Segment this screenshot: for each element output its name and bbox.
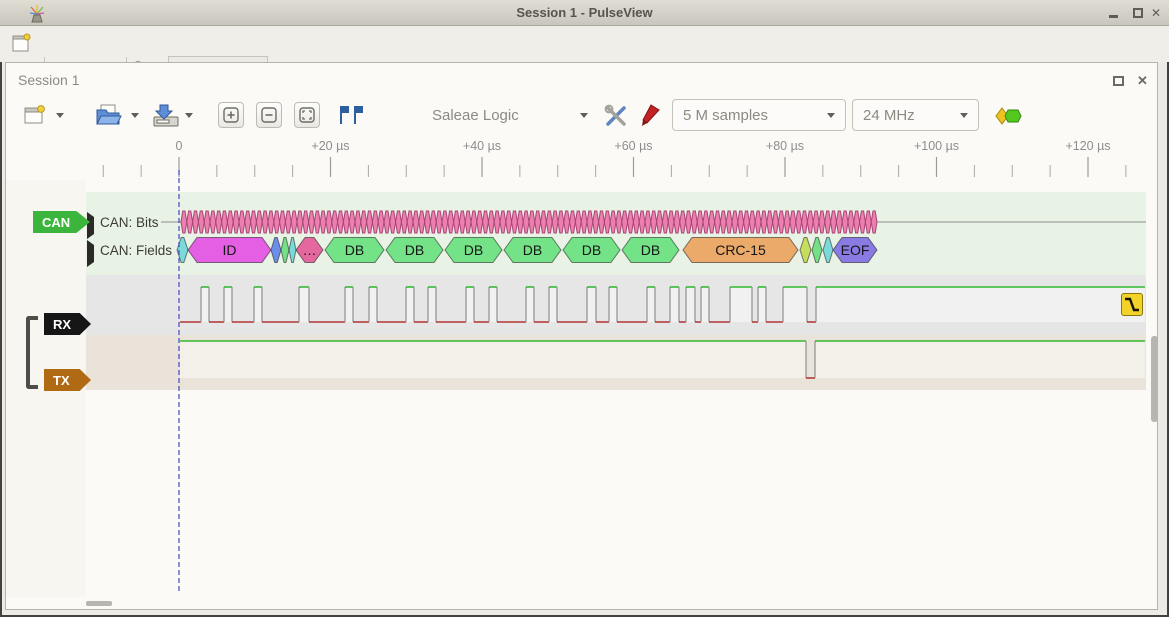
- can-fields-label[interactable]: CAN: Fields: [98, 243, 174, 258]
- chevron-down-icon: [131, 113, 139, 118]
- save-icon: [151, 102, 181, 128]
- new-view-button[interactable]: [20, 102, 48, 128]
- can-fields-expand-arrow[interactable]: [87, 245, 94, 263]
- vertical-scrollbar[interactable]: [1151, 336, 1158, 422]
- session-close-button[interactable]: ✕: [1137, 73, 1148, 89]
- window-title: Session 1 - PulseView: [0, 5, 1169, 20]
- channel-group-bracket[interactable]: [26, 316, 38, 389]
- open-folder-icon: [95, 102, 123, 128]
- maximize-button[interactable]: [1129, 5, 1147, 21]
- new-view-dropdown[interactable]: [52, 108, 68, 122]
- chevron-down-icon: [580, 113, 588, 118]
- zoom-fit-icon: [299, 107, 315, 123]
- chevron-down-icon: [185, 113, 193, 118]
- can-bits-label[interactable]: CAN: Bits: [98, 215, 161, 230]
- session-restore-button[interactable]: [1111, 74, 1127, 88]
- ruler-label: +40 µs: [463, 139, 501, 153]
- trigger-marker[interactable]: [1121, 293, 1143, 316]
- save-button[interactable]: [150, 101, 182, 129]
- new-session-icon: [10, 32, 32, 54]
- sample-count-value: 5 M samples: [683, 107, 768, 124]
- ruler-label: +80 µs: [766, 139, 804, 153]
- chevron-down-icon: [56, 113, 64, 118]
- open-button[interactable]: [94, 101, 124, 129]
- horizontal-scrollbar[interactable]: [86, 601, 112, 606]
- can-group-band: [86, 192, 1146, 275]
- wrench-screwdriver-icon: [603, 103, 629, 127]
- ruler-label: +60 µs: [614, 139, 652, 153]
- chevron-down-icon: [827, 113, 835, 118]
- plus-icon: [223, 107, 239, 123]
- session-window-title: Session 1: [18, 72, 79, 88]
- rx-tag-label: RX: [53, 317, 71, 332]
- ruler-label: +100 µs: [914, 139, 959, 153]
- device-dropdown[interactable]: [576, 108, 592, 122]
- sample-rate-select[interactable]: 24 MHz: [852, 99, 979, 131]
- device-name: Saleae Logic: [432, 107, 519, 124]
- pulseview-window: Session 1 - PulseView ✕ Run Se: [0, 0, 1169, 617]
- sample-rate-value: 24 MHz: [863, 107, 915, 124]
- channels-button[interactable]: [636, 102, 662, 128]
- titlebar[interactable]: Session 1 - PulseView ✕: [0, 0, 1169, 26]
- markers-button[interactable]: [336, 102, 366, 128]
- flags-icon: [337, 104, 365, 126]
- new-session-button[interactable]: [10, 32, 32, 59]
- falling-edge-icon: [1122, 294, 1142, 315]
- can-bits-expand-arrow[interactable]: [87, 217, 94, 235]
- zoom-out-button[interactable]: [256, 102, 282, 128]
- decoder-icon: [995, 105, 1023, 127]
- can-tag-label: CAN: [42, 215, 70, 230]
- minus-icon: [261, 107, 277, 123]
- sample-count-select[interactable]: 5 M samples: [672, 99, 846, 131]
- new-view-icon: [22, 103, 46, 127]
- rx-band: [86, 275, 1146, 335]
- open-dropdown[interactable]: [127, 108, 143, 122]
- ruler-label: 0: [176, 139, 183, 153]
- tx-band: [86, 335, 1146, 390]
- ruler-label: +20 µs: [311, 139, 349, 153]
- save-dropdown[interactable]: [181, 108, 197, 122]
- add-decoder-button[interactable]: [994, 104, 1024, 128]
- close-button[interactable]: ✕: [1147, 5, 1165, 21]
- minimize-button[interactable]: [1105, 5, 1123, 21]
- restore-icon: [1113, 76, 1124, 86]
- main-toolbar: Run Session 1 ✕: [0, 26, 1169, 62]
- ruler-label: +120 µs: [1065, 139, 1110, 153]
- chevron-down-icon: [960, 113, 968, 118]
- zoom-fit-button[interactable]: [294, 102, 320, 128]
- tx-tag-label: TX: [53, 373, 70, 388]
- probe-icon: [637, 103, 661, 127]
- device-config-button[interactable]: [602, 102, 630, 128]
- zoom-in-button[interactable]: [218, 102, 244, 128]
